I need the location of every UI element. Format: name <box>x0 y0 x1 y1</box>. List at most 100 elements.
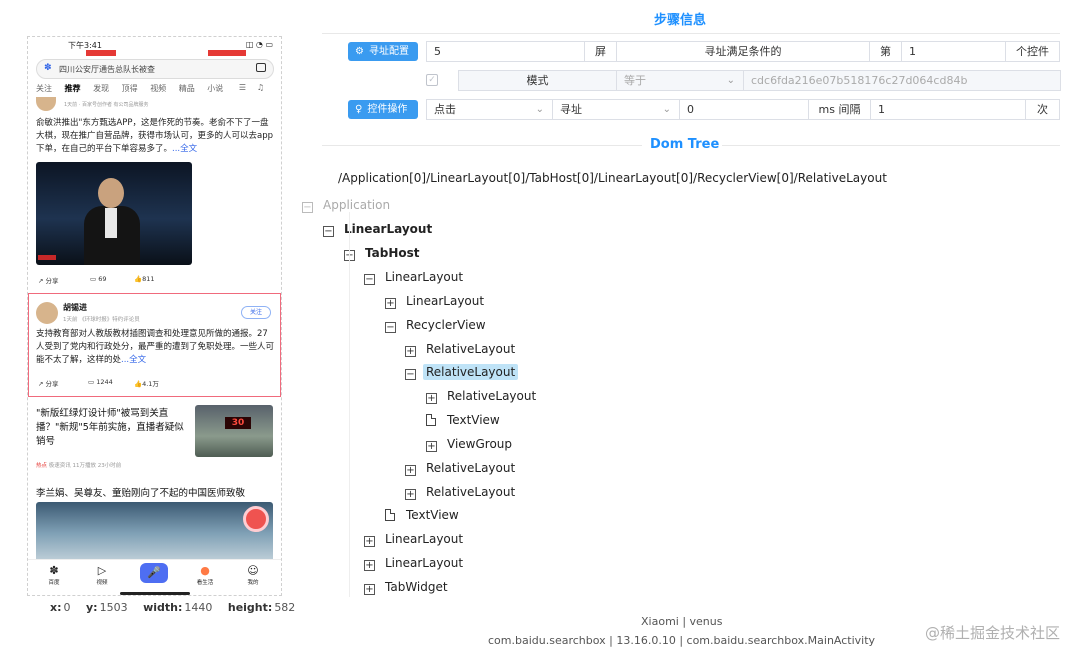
card-meta: 1天前 · 百家号创作者 有公司品牌服务 <box>64 102 149 108</box>
read-more-link[interactable]: ...全文 <box>172 144 197 154</box>
tab-recommend[interactable]: 推荐 <box>65 84 81 93</box>
tree-node[interactable]: − LinearLayout <box>364 269 466 289</box>
expand-icon[interactable]: + <box>364 536 375 547</box>
follow-button[interactable]: 关注 <box>241 306 271 319</box>
dom-tree-title: Dom Tree <box>650 137 720 152</box>
method-select[interactable]: 寻址 ⌄ <box>552 99 680 120</box>
action-value: 点击 <box>434 103 456 116</box>
tree-node[interactable]: TextView <box>385 507 462 527</box>
life-icon: ● <box>200 564 210 577</box>
home-indicator <box>120 592 190 595</box>
nav-video[interactable]: ▷ 视频 <box>82 564 122 586</box>
like-button[interactable]: 👍811 <box>134 275 155 283</box>
tab-follow[interactable]: 关注 <box>36 84 52 93</box>
tab-video[interactable]: 视频 <box>150 84 166 93</box>
nav-label: 视频 <box>96 580 108 586</box>
tree-node[interactable]: + RelativeLayout <box>426 388 539 408</box>
expand-icon[interactable]: + <box>426 393 437 404</box>
nav-life[interactable]: ● 看生活 <box>185 564 225 586</box>
post-text[interactable]: 俞敏洪推出"东方甄选APP，这是作死的节奏。老俞不下了一盘大棋，现在推广自营品牌… <box>36 117 276 156</box>
share-button[interactable]: ↗ 分享 <box>38 378 59 388</box>
file-icon <box>385 509 395 521</box>
tree-node[interactable]: TextView <box>426 412 503 432</box>
news-thumbnail[interactable]: 30 <box>195 405 273 457</box>
highlighted-card[interactable]: 胡锡进 1天前 《环球时报》特约评论员 关注 支持教育部对人教版教材插图调查和处… <box>28 293 281 397</box>
times-input[interactable]: 1 <box>870 99 1026 120</box>
tree-node[interactable]: −TabHost <box>344 245 423 265</box>
expand-icon[interactable]: + <box>405 489 416 500</box>
expand-icon[interactable]: + <box>405 465 416 476</box>
control-action-button[interactable]: ♀ 控件操作 <box>348 100 418 119</box>
tree-node-label: ViewGroup <box>447 437 513 451</box>
tree-node[interactable]: + RelativeLayout <box>405 341 518 361</box>
camera-icon[interactable] <box>256 63 266 72</box>
condition-label: 寻址满足条件的 <box>616 41 870 62</box>
y-value: 1503 <box>99 601 128 614</box>
expand-icon[interactable]: + <box>364 584 375 595</box>
collapse-icon[interactable]: − <box>364 274 375 285</box>
expand-icon[interactable]: + <box>364 560 375 571</box>
feed-tabs: 关注 推荐 发现 顶得 视频 精品 小说 ☰ ♫ <box>36 83 276 97</box>
post-photo[interactable] <box>36 162 192 265</box>
collapse-icon[interactable]: − <box>302 202 313 213</box>
comment-button[interactable]: ▭ 1244 <box>88 378 113 386</box>
ordinal-input[interactable]: 1 <box>901 41 1006 62</box>
news-meta: 热点 极速资讯 11万播放 23小时前 <box>36 461 121 469</box>
expand-icon[interactable]: + <box>426 441 437 452</box>
nav-mine[interactable]: ☺ 我的 <box>233 564 273 586</box>
tree-node[interactable]: + RelativeLayout <box>405 460 518 480</box>
mode-value-input[interactable]: cdc6fda216e07b518176c27d064cd84b <box>743 70 1061 91</box>
headphone-icon[interactable]: ♫ <box>257 83 264 92</box>
operator-value: 等于 <box>624 74 646 87</box>
interval-input[interactable]: 0 <box>679 99 809 120</box>
tree-node[interactable]: + LinearLayout <box>364 531 466 551</box>
post-body: 支持教育部对人教版教材插图调查和处理意见所做的通报。27人受到了党内和行政处分，… <box>36 329 275 365</box>
search-bar[interactable]: ✽ 四川公安厅通告总队长被查 <box>36 59 274 79</box>
like-count: 4.1万 <box>142 380 159 388</box>
device-screenshot-preview[interactable]: 下午3:41 ◫ ◔ ▭ ✽ 四川公安厅通告总队长被查 关注 推荐 发现 顶得 … <box>27 36 282 596</box>
nav-home[interactable]: ✽ 百度 <box>34 564 74 586</box>
photo-caption-bar <box>38 255 56 260</box>
ordinal-prefix-label: 第 <box>869 41 902 62</box>
tree-node[interactable]: + TabWidget <box>364 579 451 599</box>
expand-icon[interactable]: + <box>405 346 416 357</box>
action-select[interactable]: 点击 ⌄ <box>426 99 553 120</box>
tree-node[interactable]: + RelativeLayout <box>405 484 518 504</box>
collapse-icon[interactable]: − <box>385 322 396 333</box>
tree-node[interactable]: + LinearLayout <box>364 555 466 575</box>
tree-node[interactable]: − Application <box>302 197 393 217</box>
chevron-down-icon: ⌄ <box>726 75 735 86</box>
tab-hot[interactable]: 顶得 <box>122 84 138 93</box>
tree-node[interactable]: + LinearLayout <box>385 293 487 313</box>
news-title[interactable]: 李兰娟、吴尊友、童贻刚向了不起的中国医师致敬 <box>36 485 281 499</box>
operator-select[interactable]: 等于 ⌄ <box>616 70 744 91</box>
tree-node[interactable]: − RecyclerView <box>385 317 489 337</box>
like-button[interactable]: 👍4.1万 <box>134 378 159 388</box>
expand-icon[interactable]: + <box>385 298 396 309</box>
status-indicator <box>86 50 116 56</box>
tab-featured[interactable]: 精品 <box>179 84 195 93</box>
voice-search-button[interactable]: 🎤 <box>140 563 168 583</box>
live-badge-icon[interactable] <box>243 506 269 532</box>
tab-discover[interactable]: 发现 <box>93 84 109 93</box>
tab-novel[interactable]: 小说 <box>207 84 223 93</box>
tree-node[interactable]: + ViewGroup <box>426 436 515 456</box>
address-config-button[interactable]: ⚙ 寻址配置 <box>348 42 418 61</box>
read-more-link[interactable]: ...全文 <box>121 355 146 365</box>
enable-checkbox[interactable]: ✓ <box>426 74 438 86</box>
share-button[interactable]: ↗ 分享 <box>38 275 59 285</box>
screen-unit-label: 屏 <box>584 41 617 62</box>
comment-button[interactable]: ▭ 69 <box>90 275 107 283</box>
post-text[interactable]: 支持教育部对人教版教材插图调查和处理意见所做的通报。27人受到了党内和行政处分，… <box>36 328 276 367</box>
tree-node-selected[interactable]: − RelativeLayout <box>405 364 519 384</box>
news-title[interactable]: "新版红绿灯设计师"被骂到关直播？"新规"5年前实施，直播者疑似销号 <box>36 407 186 449</box>
screen-count-input[interactable]: 5 <box>426 41 585 62</box>
collapse-icon[interactable]: − <box>405 369 416 380</box>
menu-icon[interactable]: ☰ <box>239 83 246 92</box>
share-label: 分享 <box>45 277 59 285</box>
news-video-thumbnail[interactable] <box>36 502 273 564</box>
collapse-icon[interactable]: − <box>323 226 334 237</box>
height-value: 582 <box>274 601 296 614</box>
method-value: 寻址 <box>560 103 582 116</box>
tree-node[interactable]: − LinearLayout <box>323 221 435 241</box>
